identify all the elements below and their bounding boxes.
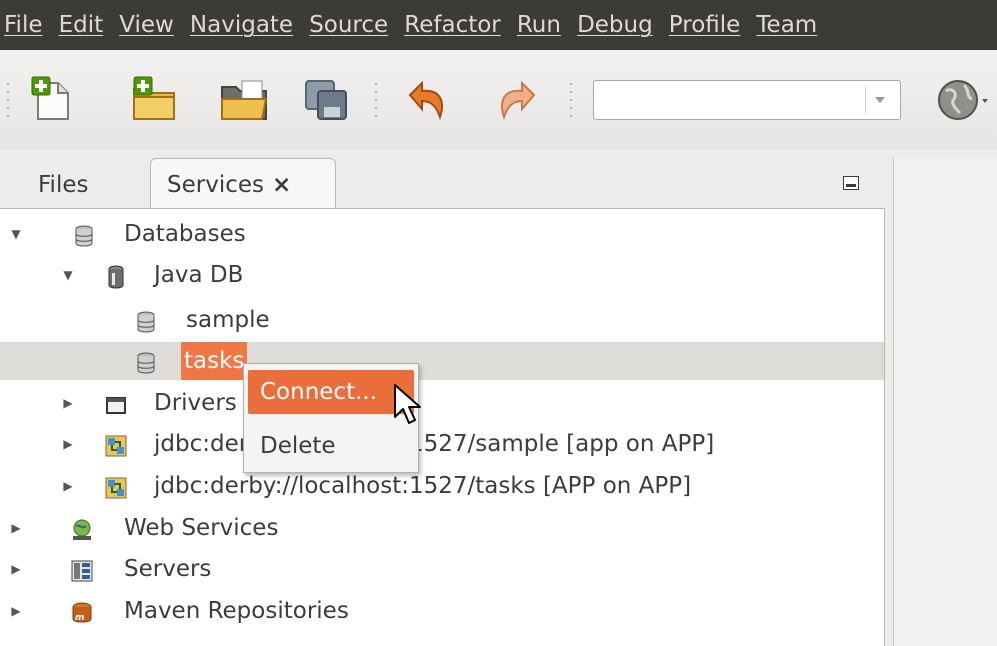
connect-menu-item[interactable]: Connect...	[248, 370, 414, 414]
menu-navigate[interactable]: Navigate	[190, 0, 293, 50]
toolbar-grip[interactable]	[6, 83, 10, 117]
connection-icon	[104, 474, 128, 499]
tab-files[interactable]: Files	[38, 162, 88, 208]
collapsed-arrow-icon[interactable]: ▶	[8, 509, 24, 547]
redo-icon[interactable]	[488, 73, 546, 127]
undo-icon[interactable]	[400, 73, 458, 127]
new-project-icon[interactable]	[126, 73, 184, 127]
expanded-arrow-icon[interactable]: ▼	[60, 256, 76, 294]
tree-node-java-db[interactable]: ▼ Java DB	[0, 256, 884, 294]
database-icon	[134, 308, 158, 333]
tree-node-drivers[interactable]: ▶ Drivers	[0, 384, 884, 422]
tree-node-databases[interactable]: ▼ Databases	[0, 215, 884, 253]
tree-node-tasks[interactable]: tasks	[0, 342, 884, 380]
delete-menu-item[interactable]: Delete	[248, 424, 414, 468]
toolbar-grip[interactable]	[374, 83, 378, 117]
maven-icon: m	[70, 599, 94, 623]
toolbar	[0, 50, 997, 150]
tree-node-servers[interactable]: ▶ Servers	[0, 550, 884, 588]
tree-node-sample[interactable]: sample	[0, 301, 884, 339]
menu-team[interactable]: Team	[756, 0, 817, 50]
database-icon	[72, 222, 96, 247]
servers-icon	[70, 557, 94, 582]
tree-label: Drivers	[154, 390, 237, 416]
collapsed-arrow-icon[interactable]: ▶	[8, 550, 24, 588]
connection-icon	[104, 432, 128, 457]
mouse-cursor-icon	[393, 383, 423, 429]
menu-bar: File Edit View Navigate Source Refactor …	[0, 0, 997, 50]
menu-source[interactable]: Source	[309, 0, 388, 50]
database-icon	[134, 349, 158, 374]
globe-icon[interactable]	[930, 73, 990, 127]
menu-run[interactable]: Run	[517, 0, 561, 50]
chevron-down-icon[interactable]	[865, 87, 894, 113]
menu-debug[interactable]: Debug	[577, 0, 653, 50]
tab-services-label: Services	[167, 172, 264, 198]
menu-profile[interactable]: Profile	[669, 0, 741, 50]
configuration-combobox[interactable]	[593, 80, 901, 120]
collapsed-arrow-icon[interactable]: ▶	[60, 425, 76, 463]
toolbar-grip[interactable]	[569, 83, 573, 117]
collapsed-arrow-icon[interactable]: ▶	[8, 592, 24, 630]
editor-area	[893, 158, 997, 646]
folder-icon	[104, 391, 128, 415]
tree-label: Maven Repositories	[124, 598, 349, 624]
collapsed-arrow-icon[interactable]: ▶	[60, 467, 76, 505]
services-tree: ▼ Databases ▼ Java DB sample tasks ▶ Dri…	[0, 208, 885, 646]
close-icon[interactable]: ×	[272, 172, 291, 198]
tree-node-connection-sample[interactable]: ▶ jdbc:derby://localhost:1527/sample [ap…	[0, 425, 884, 463]
tree-label: jdbc:derby://localhost:1527/sample [app …	[154, 431, 715, 457]
tree-label: sample	[186, 307, 270, 333]
tree-label: jdbc:derby://localhost:1527/tasks [APP o…	[154, 473, 692, 499]
tree-label: Databases	[124, 221, 246, 247]
menu-view[interactable]: View	[119, 0, 174, 50]
web-services-icon	[70, 516, 94, 540]
tree-label: tasks	[181, 342, 248, 380]
collapsed-arrow-icon[interactable]: ▶	[60, 384, 76, 422]
tab-services[interactable]: Services ×	[150, 158, 336, 208]
services-panel: Files Services × ▼ Databases ▼ Java DB s…	[0, 158, 885, 646]
menu-refactor[interactable]: Refactor	[404, 0, 500, 50]
expanded-arrow-icon[interactable]: ▼	[8, 215, 24, 253]
tree-label: Web Services	[124, 515, 279, 541]
tab-files-label: Files	[38, 172, 89, 198]
tree-node-connection-tasks[interactable]: ▶ jdbc:derby://localhost:1527/tasks [APP…	[0, 467, 884, 505]
save-all-icon[interactable]	[300, 73, 358, 127]
tree-label: Java DB	[154, 262, 244, 288]
svg-text:m: m	[75, 613, 84, 623]
open-project-icon[interactable]	[216, 73, 274, 127]
tree-node-web-services[interactable]: ▶ Web Services	[0, 509, 884, 547]
panel-tabs: Files Services ×	[0, 158, 885, 208]
tree-node-maven-repositories[interactable]: ▶ m Maven Repositories	[0, 592, 884, 630]
menu-edit[interactable]: Edit	[59, 0, 104, 50]
java-db-icon	[104, 263, 128, 289]
tree-label: Servers	[124, 556, 212, 582]
menu-file[interactable]: File	[4, 0, 43, 50]
minimize-icon[interactable]	[843, 176, 859, 190]
new-file-icon[interactable]	[24, 73, 82, 127]
